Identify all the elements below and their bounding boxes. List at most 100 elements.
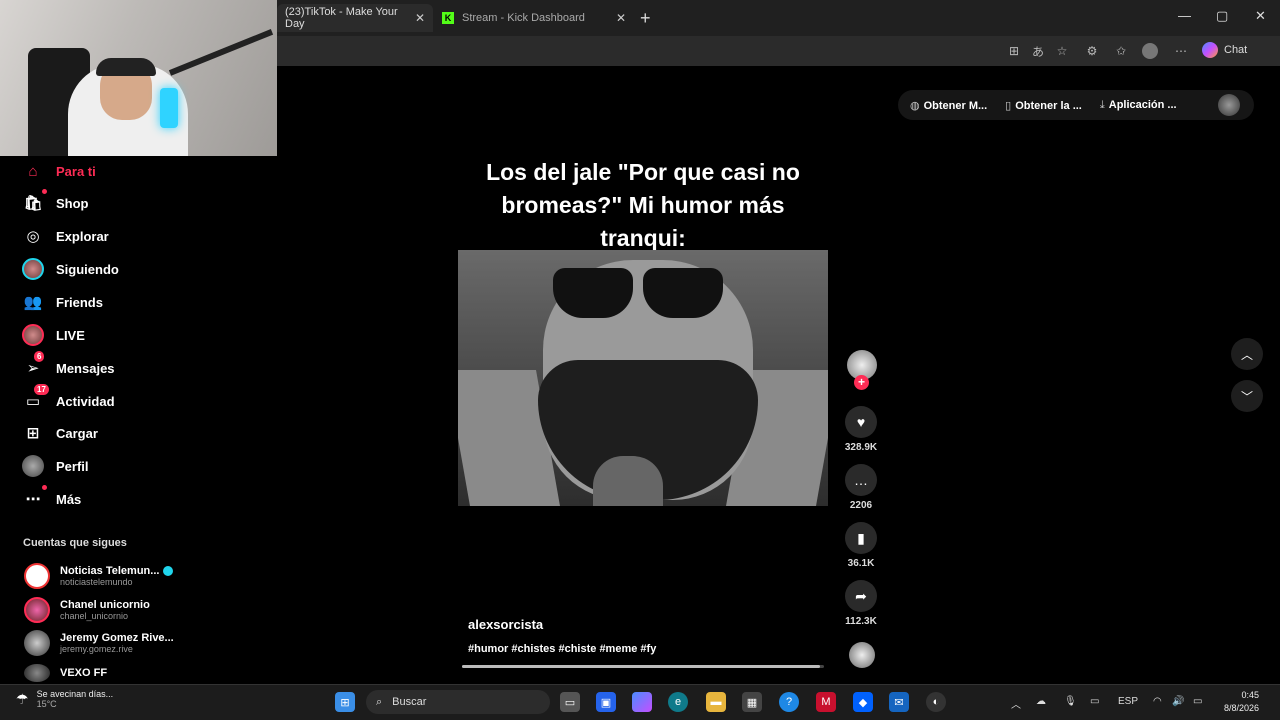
copilot-app-icon[interactable] — [632, 692, 652, 712]
sidebar-item-label: Perfil — [56, 458, 89, 474]
messages-badge: 6 — [34, 351, 45, 362]
sidebar-item-explorar[interactable]: ◎ Explorar — [22, 225, 108, 247]
comment-icon[interactable]: … — [845, 464, 877, 496]
following-account[interactable]: Jeremy Gomez Rive... jeremy.gomez.rive — [24, 630, 174, 656]
microphone-icon[interactable]: 🎙 — [1064, 696, 1077, 707]
share-count: 112.3K — [845, 616, 877, 627]
task-view-icon[interactable]: ▭ — [560, 692, 580, 712]
avatar-icon — [22, 258, 44, 280]
inbox-icon: ▭ 17 — [22, 384, 49, 412]
activity-badge: 17 — [34, 384, 49, 395]
wifi-icon[interactable]: ◠ — [1153, 696, 1162, 707]
display-icon[interactable]: ▭ — [1090, 696, 1099, 707]
share-icon[interactable]: ➦ — [845, 580, 877, 612]
shopping-bag-icon: 🛍 — [22, 189, 47, 214]
tray-chevron-icon[interactable]: ︿ — [1011, 696, 1021, 711]
home-icon: ⌂ — [28, 162, 38, 180]
following-title: Cuentas que sigues — [23, 537, 127, 549]
coin-icon: ◍ — [910, 99, 920, 112]
get-coins-button[interactable]: ◍ Obtener M... — [910, 99, 987, 112]
users-icon: 👥 — [23, 294, 43, 311]
following-account[interactable]: Noticias Telemun... noticiastelemundo — [24, 563, 174, 589]
user-avatar[interactable] — [1218, 94, 1240, 116]
mail-icon[interactable]: ✉ — [889, 692, 909, 712]
phone-icon: ▯ — [1005, 99, 1012, 112]
video-hashtags[interactable]: #humor #chistes #chiste #meme #fy — [468, 643, 656, 655]
close-tab-icon[interactable]: ✕ — [616, 11, 626, 25]
desktop-app-button[interactable]: ⤓ Aplicación ... — [1100, 99, 1177, 112]
sidebar-item-live[interactable]: LIVE — [22, 324, 85, 346]
like-action[interactable]: ♥ 328.9K — [843, 406, 879, 453]
obs-icon[interactable]: ◐ — [926, 692, 946, 712]
maximize-button[interactable]: ▢ — [1216, 8, 1228, 24]
start-icon[interactable]: ⊞ — [335, 692, 355, 712]
bookmark-icon[interactable]: ▮ — [845, 522, 877, 554]
sidebar-item-para-ti[interactable]: ⌂ Para ti — [22, 160, 95, 182]
live-avatar-icon — [22, 324, 44, 346]
follow-plus-icon[interactable]: + — [854, 375, 869, 390]
translate-icon[interactable]: あ — [1030, 43, 1046, 59]
minimize-button[interactable]: — — [1178, 8, 1191, 23]
sidebar-item-label: Más — [56, 491, 82, 507]
close-tab-icon[interactable]: ✕ — [415, 11, 425, 25]
video-player[interactable] — [458, 250, 828, 506]
search-label: Buscar — [392, 696, 427, 708]
comment-count: 2206 — [849, 500, 873, 511]
language-indicator[interactable]: ESP — [1118, 696, 1138, 707]
sound-disc-icon[interactable] — [849, 642, 875, 668]
onedrive-icon[interactable]: ☁ — [1036, 696, 1046, 707]
sidebar-item-siguiendo[interactable]: Siguiendo — [22, 258, 119, 280]
battery-icon[interactable]: ▭ — [1193, 696, 1202, 707]
profile-icon[interactable] — [1142, 43, 1158, 59]
desktop-app-label: Aplicación ... — [1108, 98, 1177, 111]
taskbar-clock[interactable]: 0:45 8/8/2026 — [1224, 689, 1259, 715]
weather-widget[interactable]: ☂ Se avecinan días... 15°C — [16, 689, 113, 709]
save-action[interactable]: ▮ 36.1K — [843, 522, 879, 569]
edge-icon[interactable]: e — [668, 692, 688, 712]
antivirus-icon[interactable]: M — [816, 692, 836, 712]
following-account[interactable]: VEXO FF — [24, 664, 107, 682]
chat-button[interactable]: Chat — [1202, 42, 1247, 58]
app-icon[interactable]: ▣ — [596, 692, 616, 712]
following-account[interactable]: Chanel unicornio chanel_unicornio — [24, 597, 150, 623]
account-name: Noticias Telemun... — [60, 565, 160, 577]
apps-icon[interactable]: ⊞ — [1006, 43, 1022, 59]
sidebar-item-friends[interactable]: 👥 Friends — [22, 291, 103, 313]
taskbar-search[interactable]: ⌕ Buscar — [366, 690, 550, 714]
sidebar-item-shop[interactable]: 🛍 Shop — [22, 189, 89, 214]
sidebar-item-cargar[interactable]: ⊞ Cargar — [22, 422, 98, 444]
share-action[interactable]: ➦ 112.3K — [843, 580, 879, 627]
sidebar-item-label: Cargar — [56, 425, 98, 441]
sidebar-item-mensajes[interactable]: ➢ 6 Mensajes — [22, 351, 115, 379]
comment-action[interactable]: … 2206 — [843, 464, 879, 511]
new-tab-button[interactable]: + — [640, 8, 651, 29]
account-avatar — [24, 664, 50, 682]
account-handle: chanel_unicornio — [60, 611, 129, 621]
more-menu-icon[interactable]: ⋯ — [1173, 43, 1189, 59]
heart-icon[interactable]: ♥ — [845, 406, 877, 438]
tab-label: (23)TikTok - Make Your Day — [285, 6, 398, 30]
video-author[interactable]: alexsorcista — [468, 617, 543, 632]
tab-label: Stream - Kick Dashboard — [462, 12, 585, 24]
previous-video-button[interactable]: ︿ — [1231, 338, 1263, 370]
favorite-star-icon[interactable]: ☆ — [1054, 43, 1070, 59]
tab-kick[interactable]: K Stream - Kick Dashboard ✕ — [434, 4, 634, 32]
sidebar-item-perfil[interactable]: Perfil — [22, 455, 89, 477]
send-icon: ➢ 6 — [22, 351, 45, 379]
next-video-button[interactable]: ﹀ — [1231, 380, 1263, 412]
store-icon[interactable]: ▦ — [742, 692, 762, 712]
extensions-icon[interactable]: ⚙ — [1084, 43, 1100, 59]
account-avatar — [24, 630, 50, 656]
get-app-button[interactable]: ▯ Obtener la ... — [1005, 99, 1082, 112]
sidebar-item-mas[interactable]: ⋯ Más — [22, 485, 82, 510]
close-window-button[interactable]: ✕ — [1255, 8, 1266, 24]
video-progress-bar[interactable] — [462, 665, 824, 668]
sidebar-item-actividad[interactable]: ▭ 17 Actividad — [22, 384, 115, 412]
help-icon[interactable]: ? — [779, 692, 799, 712]
favorites-icon[interactable]: ✩ — [1113, 43, 1129, 59]
tab-tiktok[interactable]: (23)TikTok - Make Your Day ✕ — [277, 4, 433, 32]
sidebar-item-label: Mensajes — [56, 360, 115, 376]
dropbox-icon[interactable]: ◆ — [853, 692, 873, 712]
volume-icon[interactable]: 🔊 — [1172, 696, 1184, 707]
file-explorer-icon[interactable]: ▬ — [706, 692, 726, 712]
